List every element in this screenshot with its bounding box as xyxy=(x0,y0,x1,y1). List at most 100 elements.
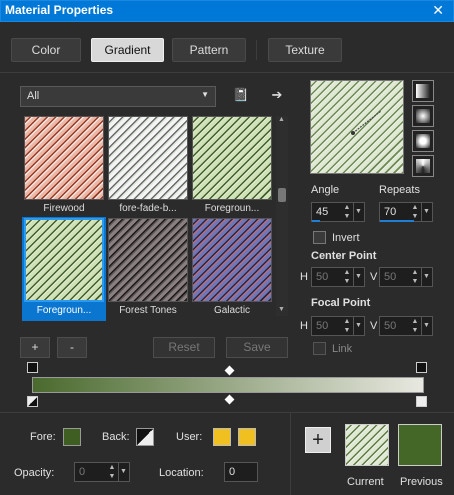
remove-gradient-button[interactable]: - xyxy=(57,337,87,358)
radial-style-button[interactable] xyxy=(412,155,434,177)
repeats-value: 70 xyxy=(384,206,397,218)
spinner-arrows[interactable]: ▲ ▼ xyxy=(342,317,352,335)
invert-label: Invert xyxy=(332,232,360,244)
center-v-label: V xyxy=(370,271,378,283)
book-icon[interactable]: 📓 xyxy=(232,86,250,104)
gradient-item-fore-fade[interactable]: fore-fade-b... xyxy=(106,115,190,219)
add-to-swatches-button[interactable]: + xyxy=(305,427,331,453)
gradient-swatch xyxy=(108,218,188,302)
focal-point-label: Focal Point xyxy=(311,297,371,309)
center-v-input[interactable]: 50 ▲ ▼ ▼ xyxy=(379,267,433,287)
chevron-down-icon[interactable]: ▼ xyxy=(421,268,431,286)
tab-gradient[interactable]: Gradient xyxy=(91,38,164,62)
spinner-arrows[interactable]: ▲ ▼ xyxy=(410,203,420,221)
chevron-down-icon[interactable]: ▼ xyxy=(421,317,431,335)
opacity-label: Opacity: xyxy=(14,467,55,479)
focal-h-input[interactable]: 50 ▲ ▼ ▼ xyxy=(311,316,365,336)
bottom-right-stop-marker[interactable] xyxy=(416,396,427,407)
link-label: Link xyxy=(332,343,353,355)
category-dropdown[interactable]: All ▼ xyxy=(20,86,216,107)
spinner-arrows[interactable]: ▲ ▼ xyxy=(342,203,352,221)
repeats-slider[interactable] xyxy=(380,220,414,222)
gradient-label: Forest Tones xyxy=(119,305,177,316)
bottom-left-stop-marker[interactable] xyxy=(27,396,38,407)
focal-h-label: H xyxy=(300,320,308,332)
gradient-item-forest-tones[interactable]: Forest Tones xyxy=(106,217,190,321)
category-value: All xyxy=(27,90,40,102)
direction-line xyxy=(351,110,382,135)
radial-icon xyxy=(416,159,430,173)
focal-v-value: 50 xyxy=(384,320,397,332)
fore-label: Fore: xyxy=(30,431,56,443)
sunburst-style-button[interactable] xyxy=(412,130,434,152)
chevron-up-icon[interactable]: ▲ xyxy=(278,116,285,123)
angle-slider[interactable] xyxy=(312,220,320,222)
user-label: User: xyxy=(176,431,203,443)
tab-color[interactable]: Color xyxy=(11,38,81,62)
invert-checkbox[interactable] xyxy=(313,231,326,244)
linear-style-button[interactable] xyxy=(412,80,434,102)
user-color-button-2[interactable] xyxy=(238,428,256,446)
focal-h-value: 50 xyxy=(316,320,329,332)
fore-color-button[interactable] xyxy=(63,428,81,446)
gradient-label: Foregroun... xyxy=(36,305,92,316)
angle-input[interactable]: 45 ▲ ▼ ▼ xyxy=(311,202,365,222)
divider xyxy=(0,412,454,413)
chevron-down-icon[interactable]: ▼ xyxy=(118,463,128,481)
center-v-value: 50 xyxy=(384,271,397,283)
window-title: Material Properties xyxy=(5,3,114,17)
chevron-down-icon[interactable]: ▼ xyxy=(278,306,285,313)
top-left-stop-marker[interactable] xyxy=(27,362,38,373)
current-label: Current xyxy=(347,476,384,488)
focal-v-input[interactable]: 50 ▲ ▼ ▼ xyxy=(379,316,433,336)
gradient-item-galactic[interactable]: Galactic xyxy=(190,217,274,321)
spinner-arrows[interactable]: ▲ ▼ xyxy=(410,268,420,286)
gradient-item-foreground-1[interactable]: Foregroun... xyxy=(190,115,274,219)
top-right-stop-marker[interactable] xyxy=(416,362,427,373)
top-midpoint-marker[interactable] xyxy=(224,365,235,376)
gradient-label: Galactic xyxy=(213,305,251,316)
rectangular-icon xyxy=(416,109,430,123)
gradient-preview[interactable] xyxy=(310,80,404,174)
chevron-down-icon[interactable]: ▼ xyxy=(421,203,431,221)
repeats-label: Repeats xyxy=(379,184,420,196)
angle-value: 45 xyxy=(316,206,329,218)
opacity-input[interactable]: 0 ▲ ▼ ▼ xyxy=(74,462,130,482)
linear-icon xyxy=(416,84,430,98)
spinner-arrows[interactable]: ▲ ▼ xyxy=(342,268,352,286)
spinner-arrows[interactable]: ▲ ▼ xyxy=(410,317,420,335)
divider xyxy=(290,413,291,495)
spinner-arrows[interactable]: ▲ ▼ xyxy=(107,463,117,481)
tab-texture[interactable]: Texture xyxy=(268,38,342,62)
angle-label: Angle xyxy=(311,184,340,196)
current-swatch[interactable] xyxy=(345,424,389,466)
gradient-item-foreground-selected[interactable]: Foregroun... xyxy=(22,217,106,321)
opacity-value: 0 xyxy=(79,466,86,478)
user-color-button[interactable] xyxy=(213,428,231,446)
gradient-list-scrollbar[interactable]: ▲ ▼ xyxy=(276,116,288,316)
link-checkbox[interactable] xyxy=(313,342,326,355)
chevron-down-icon[interactable]: ▼ xyxy=(353,203,363,221)
arrow-right-icon[interactable]: ➔ xyxy=(268,86,286,104)
save-button[interactable]: Save xyxy=(226,337,288,358)
gradient-editor-bar[interactable] xyxy=(32,377,424,393)
rectangular-style-button[interactable] xyxy=(412,105,434,127)
close-icon[interactable]: ✕ xyxy=(432,2,444,19)
gradient-swatch xyxy=(192,218,272,302)
location-input[interactable]: 0 xyxy=(224,462,258,482)
previous-swatch[interactable] xyxy=(398,424,442,466)
back-label: Back: xyxy=(102,431,130,443)
scrollbar-thumb[interactable] xyxy=(278,188,286,202)
bottom-midpoint-marker[interactable] xyxy=(224,394,235,405)
tab-pattern[interactable]: Pattern xyxy=(172,38,246,62)
gradient-item-firewood[interactable]: Firewood xyxy=(22,115,106,219)
repeats-input[interactable]: 70 ▲ ▼ ▼ xyxy=(379,202,433,222)
chevron-down-icon[interactable]: ▼ xyxy=(353,268,363,286)
center-h-input[interactable]: 50 ▲ ▼ ▼ xyxy=(311,267,365,287)
back-color-button[interactable] xyxy=(136,428,154,446)
center-h-value: 50 xyxy=(316,271,329,283)
add-gradient-button[interactable]: + xyxy=(20,337,50,358)
chevron-down-icon[interactable]: ▼ xyxy=(353,317,363,335)
sunburst-icon xyxy=(416,134,430,148)
reset-button[interactable]: Reset xyxy=(153,337,215,358)
